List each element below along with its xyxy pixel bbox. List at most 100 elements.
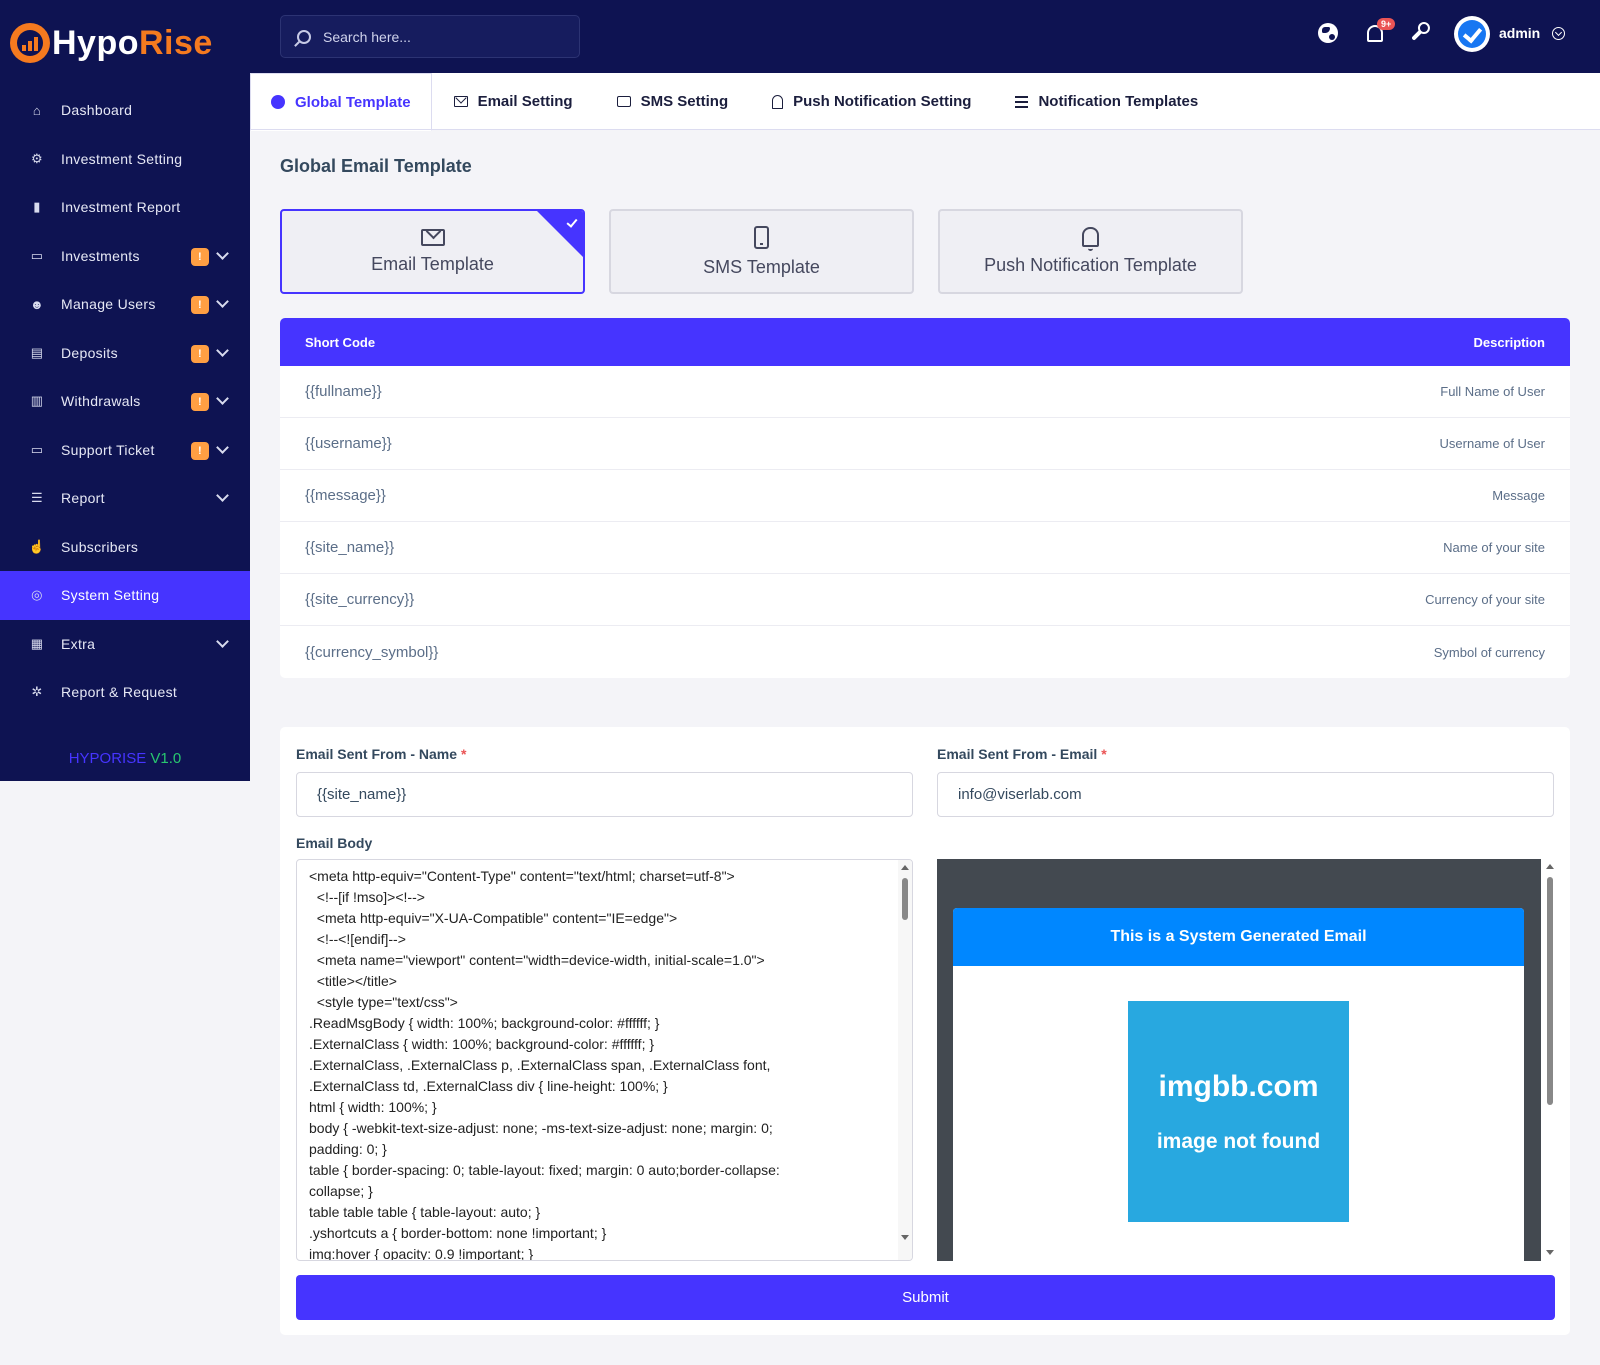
template-card-email-template[interactable]: Email Template: [280, 209, 585, 294]
sidebar-item-investment-report[interactable]: ▮ Investment Report: [0, 183, 250, 232]
bell-icon: [772, 94, 784, 109]
sidebar: HypoRise ⌂ Dashboard ⚙ Investment Setting ▮ I…: [0, 0, 250, 781]
brand-logo[interactable]: HypoRise: [0, 0, 250, 86]
sidebar-item-manage-users[interactable]: ☻ Manage Users!: [0, 280, 250, 329]
chevron-down-icon[interactable]: [1552, 27, 1565, 40]
notification-badge: 9+: [1377, 18, 1396, 30]
preview-image: imgbb.com image not found: [1128, 1001, 1349, 1222]
avatar[interactable]: [1454, 16, 1490, 52]
template-card-label: SMS Template: [703, 256, 820, 277]
sidebar-item-support-ticket[interactable]: ▭ Support Ticket!: [0, 426, 250, 475]
sidebar-item-label: Subscribers: [61, 538, 139, 555]
chevron-down-icon[interactable]: [216, 392, 229, 405]
short-code-description: Message: [1492, 488, 1545, 503]
from-email-input[interactable]: [937, 772, 1554, 817]
thumbs-up-icon: ☝: [28, 538, 46, 554]
chevron-down-icon[interactable]: [216, 295, 229, 308]
tab-sms-setting[interactable]: SMS Setting: [595, 73, 751, 130]
sidebar-item-deposits[interactable]: ▤ Deposits!: [0, 329, 250, 378]
nodes-icon: ⚙: [31, 150, 43, 166]
email-body-content[interactable]: <meta http-equiv="Content-Type" content=…: [297, 860, 912, 1260]
from-name-input[interactable]: [296, 772, 913, 817]
short-code: {{message}}: [305, 487, 386, 504]
email-body-textarea[interactable]: <meta http-equiv="Content-Type" content=…: [296, 859, 913, 1261]
short-code-description: Full Name of User: [1440, 384, 1545, 399]
chevron-down-icon[interactable]: [216, 343, 229, 357]
table-row: {{username}} Username of User: [280, 418, 1570, 470]
phone-icon: [754, 225, 769, 249]
sidebar-item-system-setting[interactable]: ◎ System Setting: [0, 571, 250, 620]
table-row: {{currency_symbol}} Symbol of currency: [280, 626, 1570, 678]
sidebar-item-report[interactable]: ☰ Report: [0, 474, 250, 523]
alert-badge: !: [191, 441, 209, 460]
search-input[interactable]: [323, 28, 563, 45]
short-code: {{username}}: [305, 435, 392, 452]
server-icon: ▦: [30, 635, 44, 651]
sidebar-item-label: Extra: [61, 635, 96, 652]
short-code-description: Currency of your site: [1425, 592, 1545, 607]
chat-icon: [616, 96, 631, 107]
sidebar-item-investments[interactable]: ▭ Investments!: [0, 232, 250, 281]
chevron-down-icon[interactable]: [216, 634, 229, 648]
globe-icon[interactable]: [1318, 23, 1338, 43]
short-code: {{site_name}}: [305, 539, 395, 556]
bell-icon: [1082, 227, 1099, 251]
submit-button[interactable]: Submit: [296, 1275, 1555, 1320]
sidebar-item-label: Deposits: [61, 344, 118, 361]
sidebar-item-extra[interactable]: ▦ Extra: [0, 620, 250, 669]
sidebar-item-label: Withdrawals: [61, 393, 141, 410]
sidebar-item-label: Report: [61, 490, 105, 507]
wrench-icon[interactable]: [1408, 22, 1430, 44]
ticket-icon: ▭: [30, 441, 44, 457]
chevron-down-icon[interactable]: [216, 489, 229, 502]
column-description: Description: [1473, 334, 1545, 350]
sidebar-item-label: Investments: [61, 247, 140, 264]
sidebar-item-dashboard[interactable]: ⌂ Dashboard: [0, 86, 250, 135]
briefcase-icon: ▭: [30, 247, 44, 263]
alert-badge: !: [191, 247, 209, 266]
body-scrollbar[interactable]: [898, 860, 912, 1260]
sidebar-version: HYPORISE V1.0: [68, 750, 182, 767]
tab-push-notification-setting[interactable]: Push Notification Setting: [750, 73, 993, 130]
tab-label: Email Setting: [477, 93, 573, 110]
list-icon: [1015, 95, 1029, 108]
user-name[interactable]: admin: [1499, 25, 1540, 41]
template-card-sms-template[interactable]: SMS Template: [609, 209, 914, 294]
sidebar-item-withdrawals[interactable]: ▥ Withdrawals!: [0, 377, 250, 426]
selected-corner: [537, 211, 583, 257]
chevron-down-icon[interactable]: [216, 440, 229, 454]
sidebar-item-investment-setting[interactable]: ⚙ Investment Setting: [0, 135, 250, 184]
logo-icon: [10, 23, 50, 63]
preview-image-subtitle: image not found: [1156, 1129, 1321, 1153]
alert-badge: !: [191, 296, 209, 314]
sidebar-item-label: Investment Report: [61, 199, 181, 216]
globe-icon: [271, 95, 285, 109]
table-row: {{message}} Message: [280, 470, 1570, 522]
home-icon: ⌂: [32, 102, 42, 118]
sidebar-item-label: System Setting: [61, 587, 160, 604]
preview-scrollbar[interactable]: [1543, 859, 1557, 1261]
search-box: [280, 15, 580, 58]
alert-badge: !: [191, 393, 209, 411]
from-name-label: Email Sent From - Name *: [296, 746, 467, 762]
users-icon: ☻: [30, 296, 44, 312]
tab-label: Notification Templates: [1038, 93, 1199, 110]
short-code-description: Username of User: [1439, 436, 1545, 451]
tab-global-template[interactable]: Global Template: [250, 73, 432, 131]
sidebar-item-label: Manage Users: [61, 296, 156, 313]
tab-email-setting[interactable]: Email Setting: [432, 73, 595, 130]
chevron-down-icon[interactable]: [216, 246, 229, 260]
short-code-description: Name of your site: [1443, 540, 1545, 555]
bank-icon: ▥: [30, 393, 44, 409]
tab-label: Push Notification Setting: [793, 93, 972, 110]
sidebar-item-label: Dashboard: [61, 102, 133, 119]
table-row: {{fullname}} Full Name of User: [280, 366, 1570, 418]
template-card-push-notification-template[interactable]: Push Notification Template: [938, 209, 1243, 294]
sidebar-item-subscribers[interactable]: ☝ Subscribers: [0, 523, 250, 572]
tab-notification-templates[interactable]: Notification Templates: [993, 73, 1220, 130]
mail-icon: [420, 228, 445, 246]
preview-card: This is a System Generated Email imgbb.c…: [953, 908, 1524, 1261]
sidebar-item-report-request[interactable]: ✲ Report & Request: [0, 668, 250, 717]
chart-icon: ▮: [33, 199, 41, 215]
short-code: {{fullname}}: [305, 383, 382, 400]
